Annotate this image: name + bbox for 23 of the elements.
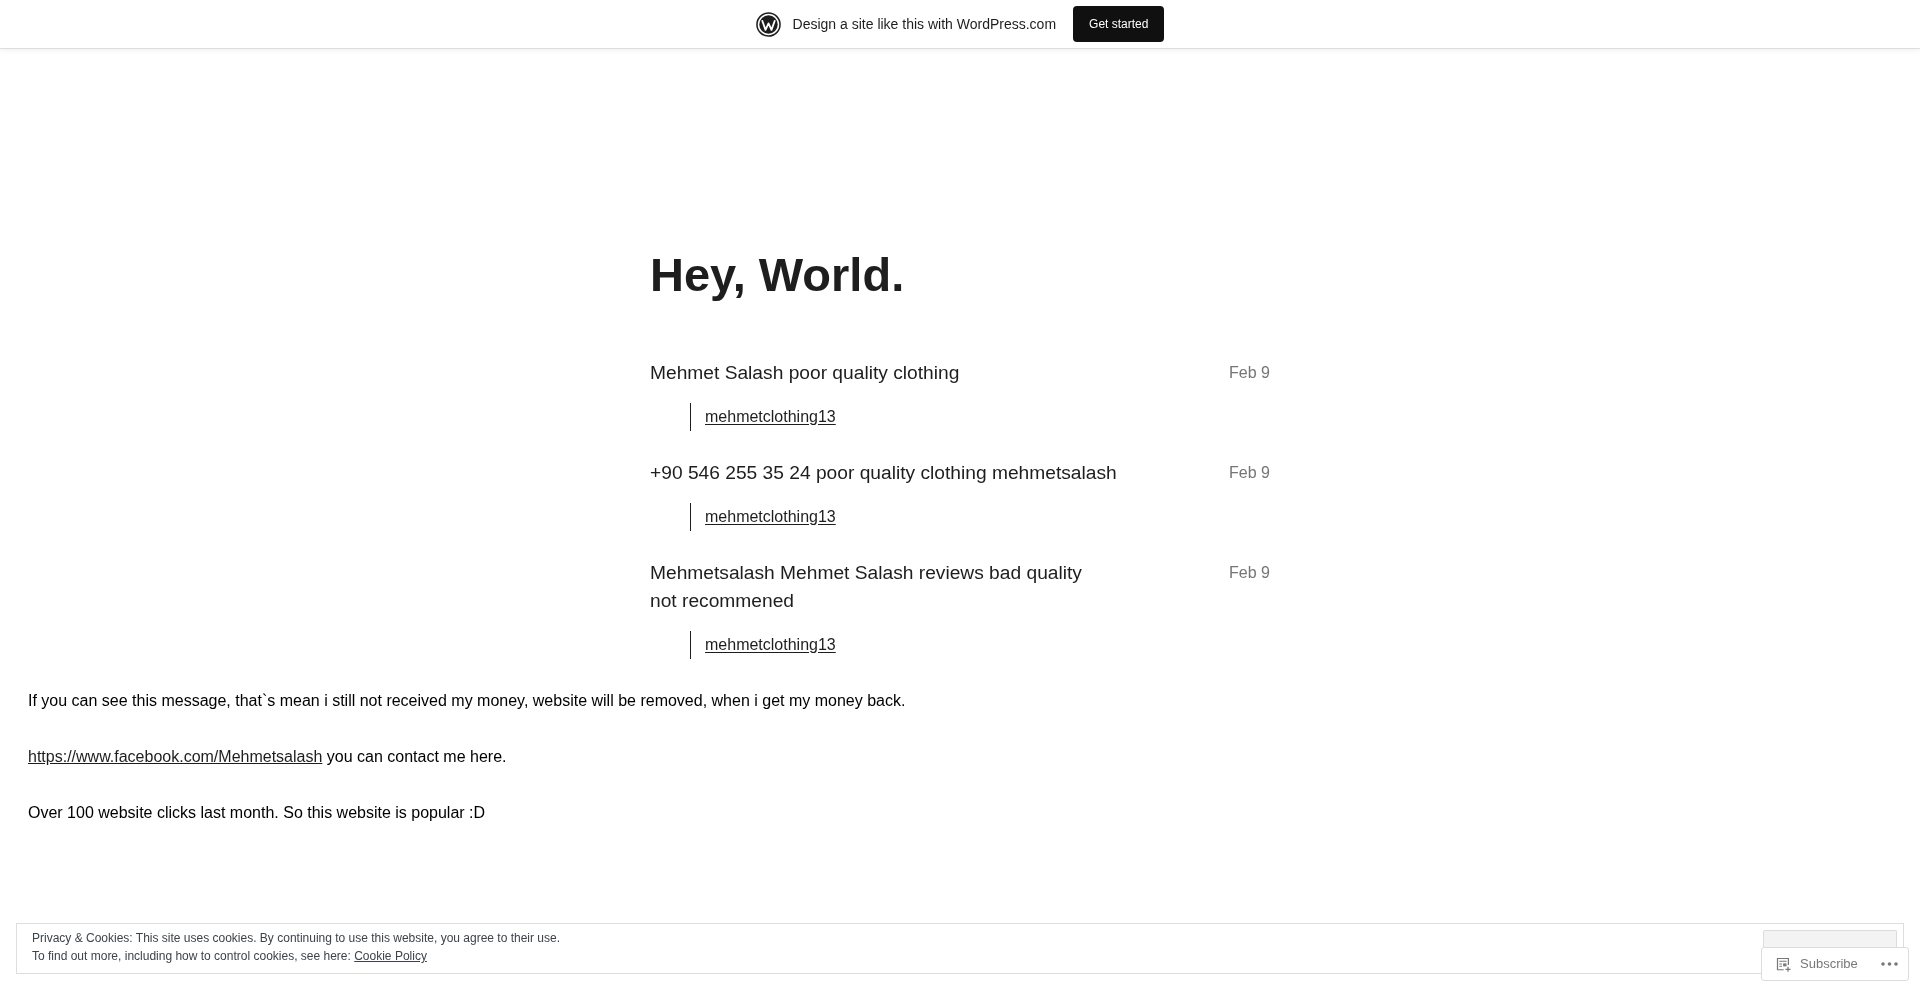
post-title[interactable]: Mehmetsalash Mehmet Salash reviews bad quality not recommened xyxy=(650,559,1130,615)
note-text: https://www.facebook.com/Mehmetsalash you can contact me here. xyxy=(28,747,507,767)
post-date: Feb 9 xyxy=(1229,463,1270,483)
post-date: Feb 9 xyxy=(1229,563,1270,583)
cookie-policy-link[interactable]: Cookie Policy xyxy=(354,949,427,963)
subscribe-button[interactable]: Subscribe xyxy=(1776,956,1858,972)
post-date: Feb 9 xyxy=(1229,363,1270,383)
document-plus-icon xyxy=(1776,956,1791,972)
more-icon[interactable] xyxy=(1881,962,1898,966)
post-title[interactable]: +90 546 255 35 24 poor quality clothing mehmetsalash xyxy=(650,459,1117,487)
post-link[interactable]: mehmetclothing13 xyxy=(705,408,836,425)
get-started-button[interactable]: Get started xyxy=(1073,6,1165,42)
post-title[interactable]: Mehmet Salash poor quality clothing xyxy=(650,359,960,387)
post-link[interactable]: mehmetclothing13 xyxy=(705,508,836,525)
post-link[interactable]: mehmetclothing13 xyxy=(705,636,836,653)
url-link[interactable]: https://www.facebook.com/Mehmetsalash xyxy=(28,748,323,765)
wordpress-logo-icon[interactable] xyxy=(755,11,781,37)
note-text: Over 100 website clicks last month. So this website is popular :D xyxy=(28,803,486,823)
banner-text: Design a site like this with WordPress.com xyxy=(792,15,1057,34)
cookie-text: To find out more, including how to control cookies, see here: Cookie Policy xyxy=(32,948,427,965)
cookie-text: Privacy & Cookies: This site uses cookies. By continuing to use this website, you agree to their use. xyxy=(32,930,561,947)
note-text: If you can see this message, that`s mean i still not received my money, website will be removed, when i get my money back. xyxy=(28,691,906,711)
page-title: Hey, World. xyxy=(650,247,905,303)
